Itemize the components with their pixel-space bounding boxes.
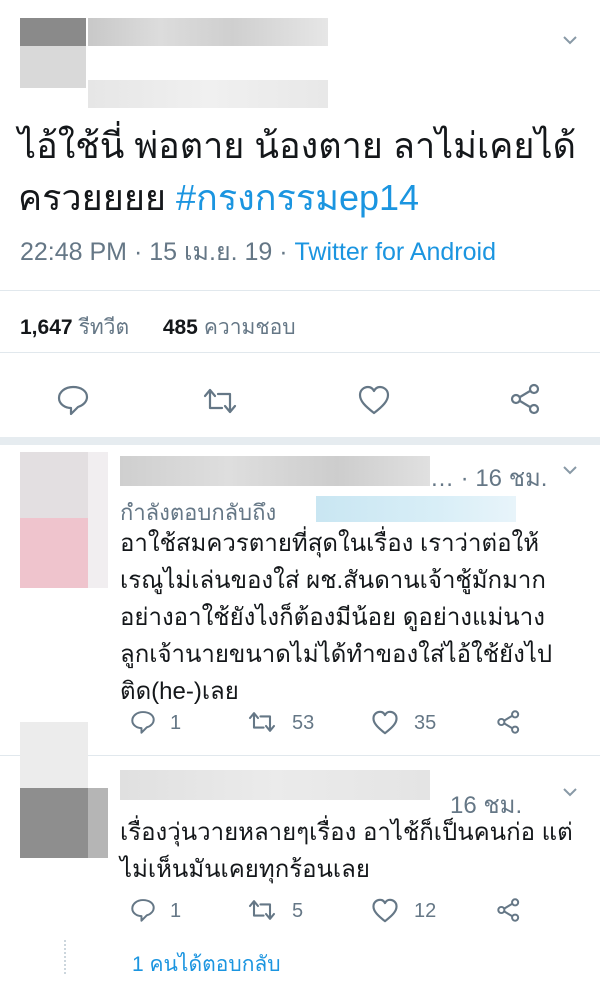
section-divider [0,437,600,445]
reply-avatar-lower [20,788,88,858]
divider [0,352,600,353]
reply-name-blur[interactable] [120,770,430,800]
reply-avatar-lower [20,518,88,588]
retweet-button[interactable] [246,710,278,739]
reply-button[interactable] [130,897,156,928]
likes-count: 485 [162,316,198,339]
reply-avatar-edge [88,452,108,588]
chevron-down-icon[interactable] [562,464,577,478]
author-avatar-lower [20,46,86,88]
share-button[interactable] [496,709,522,740]
share-icon [497,710,520,734]
author-name-blur[interactable] [88,18,328,46]
hashtag-link[interactable]: #กรงกรรมep14 [176,177,419,218]
tweet-meta: 22:48 PM · 15 เม.ย. 19 · Twitter for And… [20,232,496,272]
reply-button[interactable] [56,384,90,421]
share-icon [497,898,520,922]
retweets-label: รีทวีต [78,316,130,339]
reply-name-blur[interactable] [120,456,430,486]
like-count: 12 [414,900,437,922]
likes-label: ความชอบ [203,316,296,339]
retweet-icon [203,388,237,414]
chevron-down-icon[interactable] [562,786,577,800]
retweet-button[interactable] [246,898,278,927]
tweet-text: ไอ้ใช้นี่ พ่อตาย น้องตาย ลาไม่เคยได้ ครว… [18,120,588,224]
show-replies-link[interactable]: 1 คนได้ตอบกลับ [132,948,281,981]
like-icon [372,898,398,923]
thread-line [64,940,68,974]
retweet-icon [248,900,276,920]
reply-text-line: อย่างอาใช้ยังไงก็ต้องมีน้อย ดูอย่างแม่นา… [120,604,545,631]
author-handle-blur [88,80,328,108]
like-button[interactable] [371,710,399,740]
tweet-text-line1: ไอ้ใช้นี่ พ่อตาย น้องตาย ลาไม่เคยได้ [18,125,576,166]
like-icon [358,385,390,415]
retweet-count: 5 [292,900,304,922]
reply-avatar[interactable] [20,722,88,788]
share-icon [510,383,540,415]
divider [0,290,600,291]
share-button[interactable] [509,383,543,420]
tweet-source-link[interactable]: Twitter for Android [295,238,496,266]
retweets-count: 1,647 [20,316,73,339]
chevron-down-icon[interactable] [562,34,577,48]
reply-timestamp: … · 16 ชม. [430,465,548,492]
tweet-timestamp: 22:48 PM · 15 เม.ย. 19 · [20,238,295,266]
like-count: 35 [414,712,437,734]
author-avatar[interactable] [20,18,86,46]
reply-text-line: ลูกเจ้านายขนาดไม่ได้ทำของใส่ไอ้ใช้ยังไป [120,641,553,668]
retweet-button[interactable] [200,386,240,421]
like-icon [372,710,398,735]
reply-avatar[interactable] [20,452,88,518]
likes-stat[interactable]: 485 ความชอบ [163,316,296,339]
tweet-stats: 1,647 รีทวีต 485 ความชอบ [20,311,296,344]
reply-icon [131,711,155,734]
replying-to-handle-blur[interactable] [316,496,516,522]
divider [0,755,600,756]
retweets-stat[interactable]: 1,647 รีทวีต [20,316,129,339]
like-button[interactable] [357,385,391,420]
reply-text-line: อาใช้สมควรตายที่สุดในเรื่อง เราว่าต่อให้ [120,530,540,557]
reply-text-line: เรื่องวุ่นวายหลายๆเรื่อง อาไช้ก็เป็นคนก่… [120,819,573,846]
tweet-text-line2-prefix: ครวยยยย [18,177,177,218]
reply-icon [131,899,155,922]
reply-text: อาใช้สมควรตายที่สุดในเรื่อง เราว่าต่อให้… [120,525,580,710]
reply-text: เรื่องวุ่นวายหลายๆเรื่อง อาไช้ก็เป็นคนก่… [120,814,580,888]
reply-count: 1 [170,712,182,734]
retweet-count: 53 [292,712,315,734]
retweet-icon [248,712,276,732]
reply-text-line: ติด(he-)เลย [120,678,239,705]
reply-count: 1 [170,900,182,922]
tweet-text-line2: ครวยยยย #กรงกรรมep14 [18,172,588,224]
like-button[interactable] [371,898,399,928]
reply-text-line: เรณูไม่เล่นของใส่ ผช.สันดานเจ้าชู้มักมาก [120,567,546,594]
reply-avatar-edge [88,788,108,858]
reply-button[interactable] [130,709,156,740]
share-button[interactable] [496,897,522,928]
reply-icon [57,385,89,416]
reply-text-line: ไม่เห็นมันเคยทุกร้อนเลย [120,856,370,883]
